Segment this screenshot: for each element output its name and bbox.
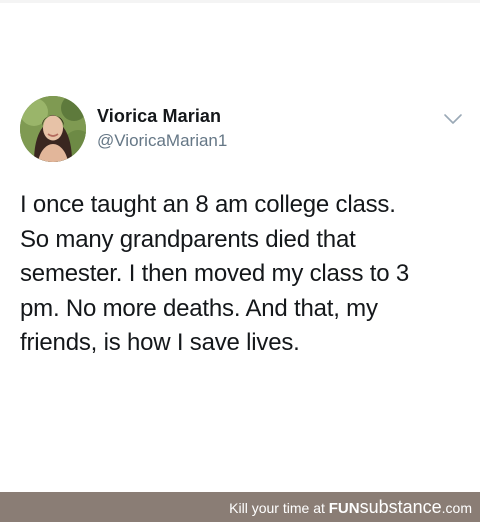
avatar[interactable] [20,96,86,162]
tweet-text-line: I once taught an 8 am college class. [20,191,396,218]
author-name[interactable]: Viorica Marian [97,106,221,127]
avatar-photo [20,96,86,162]
author-handle[interactable]: @VioricaMarian1 [97,131,227,151]
watermark-brand-bold: FUN [328,500,360,517]
watermark-suffix: .com [441,500,472,516]
chevron-down-icon[interactable] [442,112,464,126]
tweet-text-line: semester. I then moved my class to 3 [20,260,409,287]
tweet-text-line: So many grandparents died that [20,225,356,253]
watermark-brand-light: substance [359,497,442,517]
tweet-text-line: pm. No more deaths. And that, my [20,294,378,322]
meme-page: Viorica Marian @VioricaMarian1 I once ta… [0,0,480,522]
watermark-text[interactable]: Kill your time at FUNsubstance.com [229,498,472,518]
tweet-card: Viorica Marian @VioricaMarian1 I once ta… [0,0,480,492]
tweet-text: I once taught an 8 am college class. So … [20,188,460,361]
watermark-bar: Kill your time at FUNsubstance.com [0,492,480,522]
tweet-text-line: friends, is how I save lives. [20,329,300,356]
watermark-prefix: Kill your time at [229,500,329,516]
